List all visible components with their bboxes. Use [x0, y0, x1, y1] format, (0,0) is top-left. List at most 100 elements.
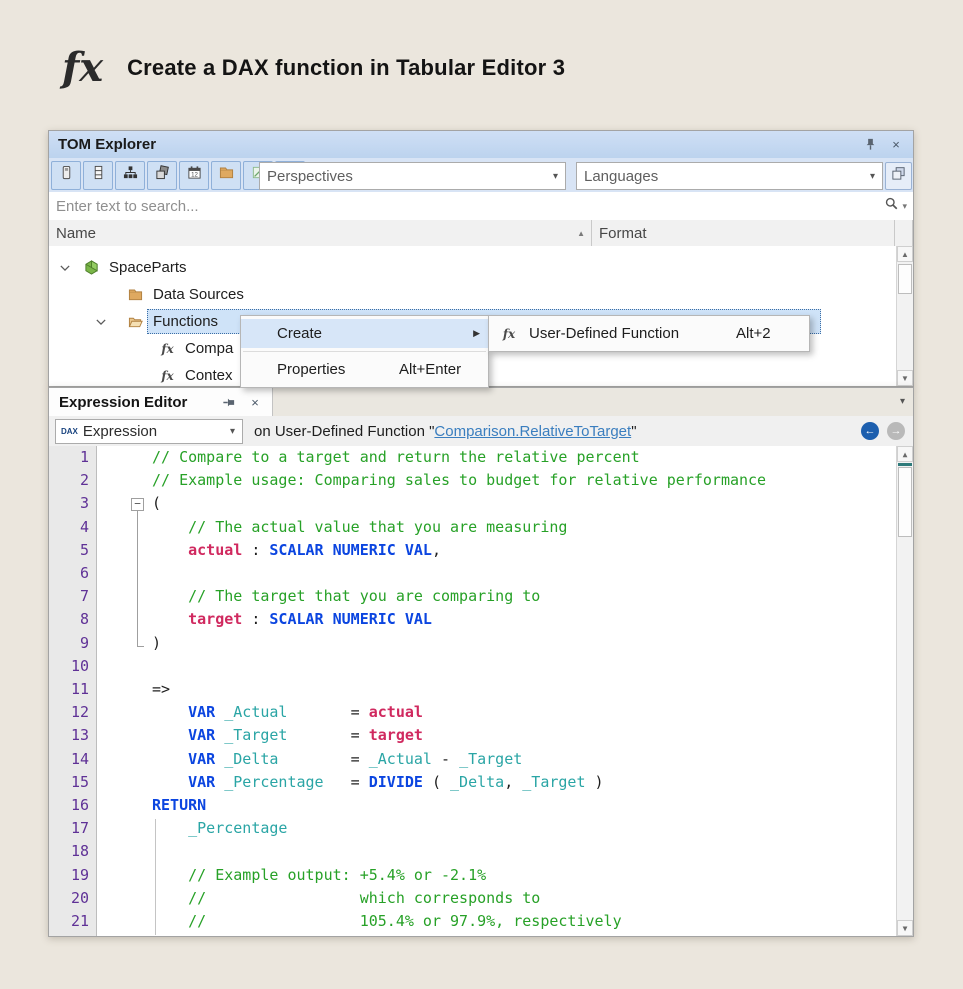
screenshot-stage: fx Create a DAX function in Tabular Edit… — [0, 0, 963, 989]
code-line: // The actual value that you are measuri… — [152, 518, 567, 536]
close-icon[interactable]: × — [887, 137, 905, 153]
tab-list-dropdown-icon[interactable]: ▾ — [900, 396, 905, 407]
close-icon[interactable]: × — [246, 394, 264, 410]
context-menu: Create ▶ PropertiesAlt+Enter — [240, 315, 489, 388]
partitions-icon — [91, 165, 106, 185]
object-link[interactable]: Comparison.RelativeToTarget — [434, 423, 631, 440]
menu-item-label: Create — [277, 325, 322, 342]
search-icon — [884, 196, 899, 216]
tree-scrollbar[interactable]: ▲ ▼ — [896, 246, 913, 386]
pin-icon[interactable] — [861, 137, 879, 153]
code-line: VAR _Delta = _Actual - _Target — [152, 750, 522, 768]
tree-column-headers: Name ▲ Format — [49, 220, 913, 247]
line-number: 20 — [71, 889, 89, 907]
code-line: // Compare to a target and return the re… — [152, 448, 640, 466]
partitions-button[interactable] — [83, 161, 113, 190]
hierarchies-icon — [123, 165, 138, 185]
fold-line — [137, 610, 138, 633]
fold-line — [137, 587, 138, 610]
code-line: // 105.4% or 97.9%, respectively — [152, 912, 622, 930]
chevron-down-icon: ▾ — [902, 201, 907, 212]
expression-editor-tab-title: Expression Editor — [49, 394, 220, 411]
search-input[interactable] — [49, 197, 884, 216]
code-text[interactable]: // Compare to a target and return the re… — [152, 446, 896, 936]
submenu-arrow-icon: ▶ — [473, 328, 480, 339]
menu-item-label: Properties — [277, 361, 345, 378]
line-number: 21 — [71, 912, 89, 930]
fold-collapse-icon[interactable]: − — [131, 498, 144, 511]
expander-chevron-icon[interactable] — [59, 262, 71, 274]
calendar-button[interactable]: 12 — [179, 161, 209, 190]
column-header-name[interactable]: Name ▲ — [49, 220, 592, 246]
scrollbar-thumb[interactable] — [898, 467, 912, 537]
code-line: // which corresponds to — [152, 889, 540, 907]
translations-button[interactable] — [885, 162, 912, 190]
shapes-button[interactable] — [147, 161, 177, 190]
folder-button[interactable] — [211, 161, 241, 190]
line-number: 14 — [71, 750, 89, 768]
code-scrollbar[interactable]: ▲ ▼ — [896, 446, 913, 936]
tom-explorer-titlebar[interactable]: TOM Explorer × — [49, 131, 913, 159]
line-number: 2 — [80, 471, 89, 489]
context-suffix: " — [631, 423, 636, 440]
languages-dropdown[interactable]: Languages ▾ — [576, 162, 883, 190]
search-options-button[interactable]: ▾ — [884, 196, 913, 216]
line-number: 18 — [71, 842, 89, 860]
scroll-position-marker — [898, 463, 912, 466]
menu-item-user-defined-function[interactable]: fxUser-Defined FunctionAlt+2 — [489, 319, 809, 348]
column-header-format[interactable]: Format — [592, 220, 895, 246]
line-number: 10 — [71, 657, 89, 675]
perspectives-dropdown[interactable]: Perspectives ▾ — [259, 162, 566, 190]
tables-button[interactable] — [51, 161, 81, 190]
shapes-icon — [155, 165, 170, 185]
scroll-down-button[interactable]: ▼ — [897, 370, 913, 386]
tree-item-label: Data Sources — [153, 286, 244, 303]
dax-code-editor[interactable]: 123456789101112131415161718192021 − // C… — [49, 446, 913, 936]
line-number: 9 — [80, 634, 89, 652]
expression-type-dropdown[interactable]: DAX Expression ▾ — [55, 419, 243, 444]
line-number: 7 — [80, 587, 89, 605]
code-line: // Example output: +5.4% or -2.1% — [152, 866, 486, 884]
code-folding-strip[interactable]: − — [98, 446, 151, 936]
code-line: VAR _Percentage = DIVIDE ( _Delta, _Targ… — [152, 773, 604, 791]
create-submenu: fxUser-Defined FunctionAlt+2 — [488, 315, 810, 352]
perspectives-placeholder: Perspectives — [260, 168, 546, 185]
fold-line — [137, 564, 138, 587]
navigate-back-button[interactable]: ← — [861, 422, 879, 440]
code-line: _Percentage — [152, 819, 287, 837]
menu-item-properties[interactable]: PropertiesAlt+Enter — [241, 355, 488, 384]
line-number: 6 — [80, 564, 89, 582]
scroll-up-button[interactable]: ▲ — [897, 246, 913, 262]
tree-item-label: Compa — [185, 340, 233, 357]
search-row: ▾ — [49, 192, 913, 221]
expression-type-value: Expression — [78, 423, 223, 440]
scroll-down-button[interactable]: ▼ — [897, 920, 913, 936]
translations-icon — [891, 166, 906, 186]
tom-explorer-toolbar: 12 Perspectives ▾ Languages ▾ — [49, 158, 913, 193]
hierarchies-button[interactable] — [115, 161, 145, 190]
calendar-icon: 12 — [187, 165, 202, 185]
menu-item-create[interactable]: Create ▶ — [241, 319, 488, 348]
tom-explorer-title: TOM Explorer — [49, 136, 861, 153]
line-number: 12 — [71, 703, 89, 721]
pin-icon[interactable] — [221, 393, 237, 411]
menu-separator — [243, 351, 486, 352]
fx-icon: fx — [499, 327, 519, 341]
scrollbar-thumb[interactable] — [898, 264, 912, 294]
code-line: target : SCALAR NUMERIC VAL — [152, 610, 432, 628]
code-line: actual : SCALAR NUMERIC VAL, — [152, 541, 441, 559]
line-number: 1 — [80, 448, 89, 466]
dax-badge: DAX — [56, 427, 78, 436]
expander-chevron-icon[interactable] — [95, 316, 107, 328]
column-header-spacer — [895, 220, 913, 246]
expression-editor-panel: Expression Editor × ▾ DAX Expression ▾ o… — [48, 387, 914, 937]
code-line: => — [152, 680, 170, 698]
line-number: 8 — [80, 610, 89, 628]
tab-expression-editor[interactable]: Expression Editor × — [49, 388, 273, 416]
tree-item-spaceparts[interactable]: SpaceParts — [49, 254, 896, 281]
folder-icon — [219, 165, 234, 185]
scroll-up-button[interactable]: ▲ — [897, 446, 913, 462]
folder-open-icon — [127, 314, 144, 330]
model-icon — [83, 260, 100, 276]
tree-item-data-sources[interactable]: Data Sources — [49, 281, 896, 308]
